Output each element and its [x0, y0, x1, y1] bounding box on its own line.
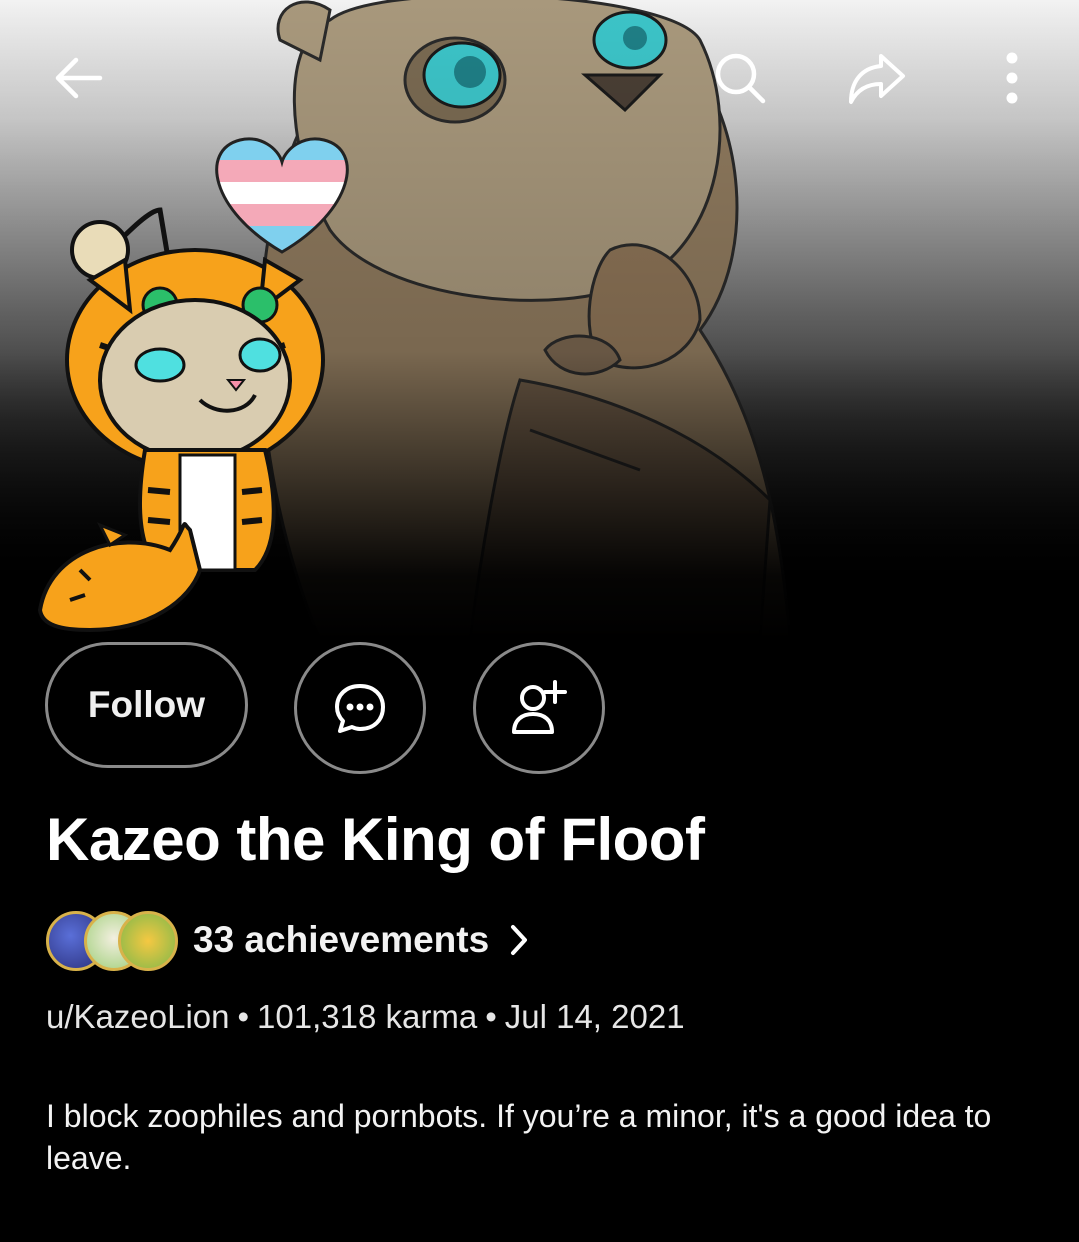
- achievement-badges: [46, 907, 181, 973]
- follow-button[interactable]: Follow: [45, 642, 248, 768]
- add-user-icon: [512, 680, 567, 734]
- share-button[interactable]: [836, 38, 916, 118]
- display-name: Kazeo the King of Floof: [46, 806, 705, 873]
- profile-actions: Follow: [45, 642, 645, 774]
- separator-dot: •: [485, 998, 497, 1035]
- share-icon: [849, 54, 905, 104]
- achievements-label: 33 achievements: [193, 919, 490, 960]
- username: u/KazeoLion: [46, 998, 230, 1035]
- arrow-left-icon: [55, 57, 103, 99]
- separator-dot: •: [237, 998, 250, 1035]
- add-friend-button[interactable]: [473, 642, 605, 774]
- more-options-button[interactable]: [972, 38, 1052, 118]
- back-button[interactable]: [38, 38, 118, 118]
- search-button[interactable]: [700, 38, 780, 118]
- tiger-snoo-avatar: [37, 137, 349, 633]
- chat-bubble-icon: [335, 684, 385, 733]
- profile-meta: u/KazeoLion • 101,318 karma • Jul 14, 2021: [46, 998, 685, 1036]
- chevron-right-icon: [509, 923, 529, 957]
- more-vertical-icon: [1006, 52, 1018, 104]
- chat-button[interactable]: [294, 642, 426, 774]
- search-icon: [715, 53, 766, 104]
- trans-heart-icon: [215, 137, 349, 254]
- profile-bio: I block zoophiles and pornbots. If you’r…: [46, 1098, 992, 1176]
- achievements-link[interactable]: 33 achievements: [46, 905, 529, 975]
- achievement-badge-3: [118, 911, 178, 971]
- karma-count: 101,318 karma: [257, 998, 478, 1035]
- follow-button-label: Follow: [87, 684, 206, 725]
- join-date: Jul 14, 2021: [504, 998, 685, 1035]
